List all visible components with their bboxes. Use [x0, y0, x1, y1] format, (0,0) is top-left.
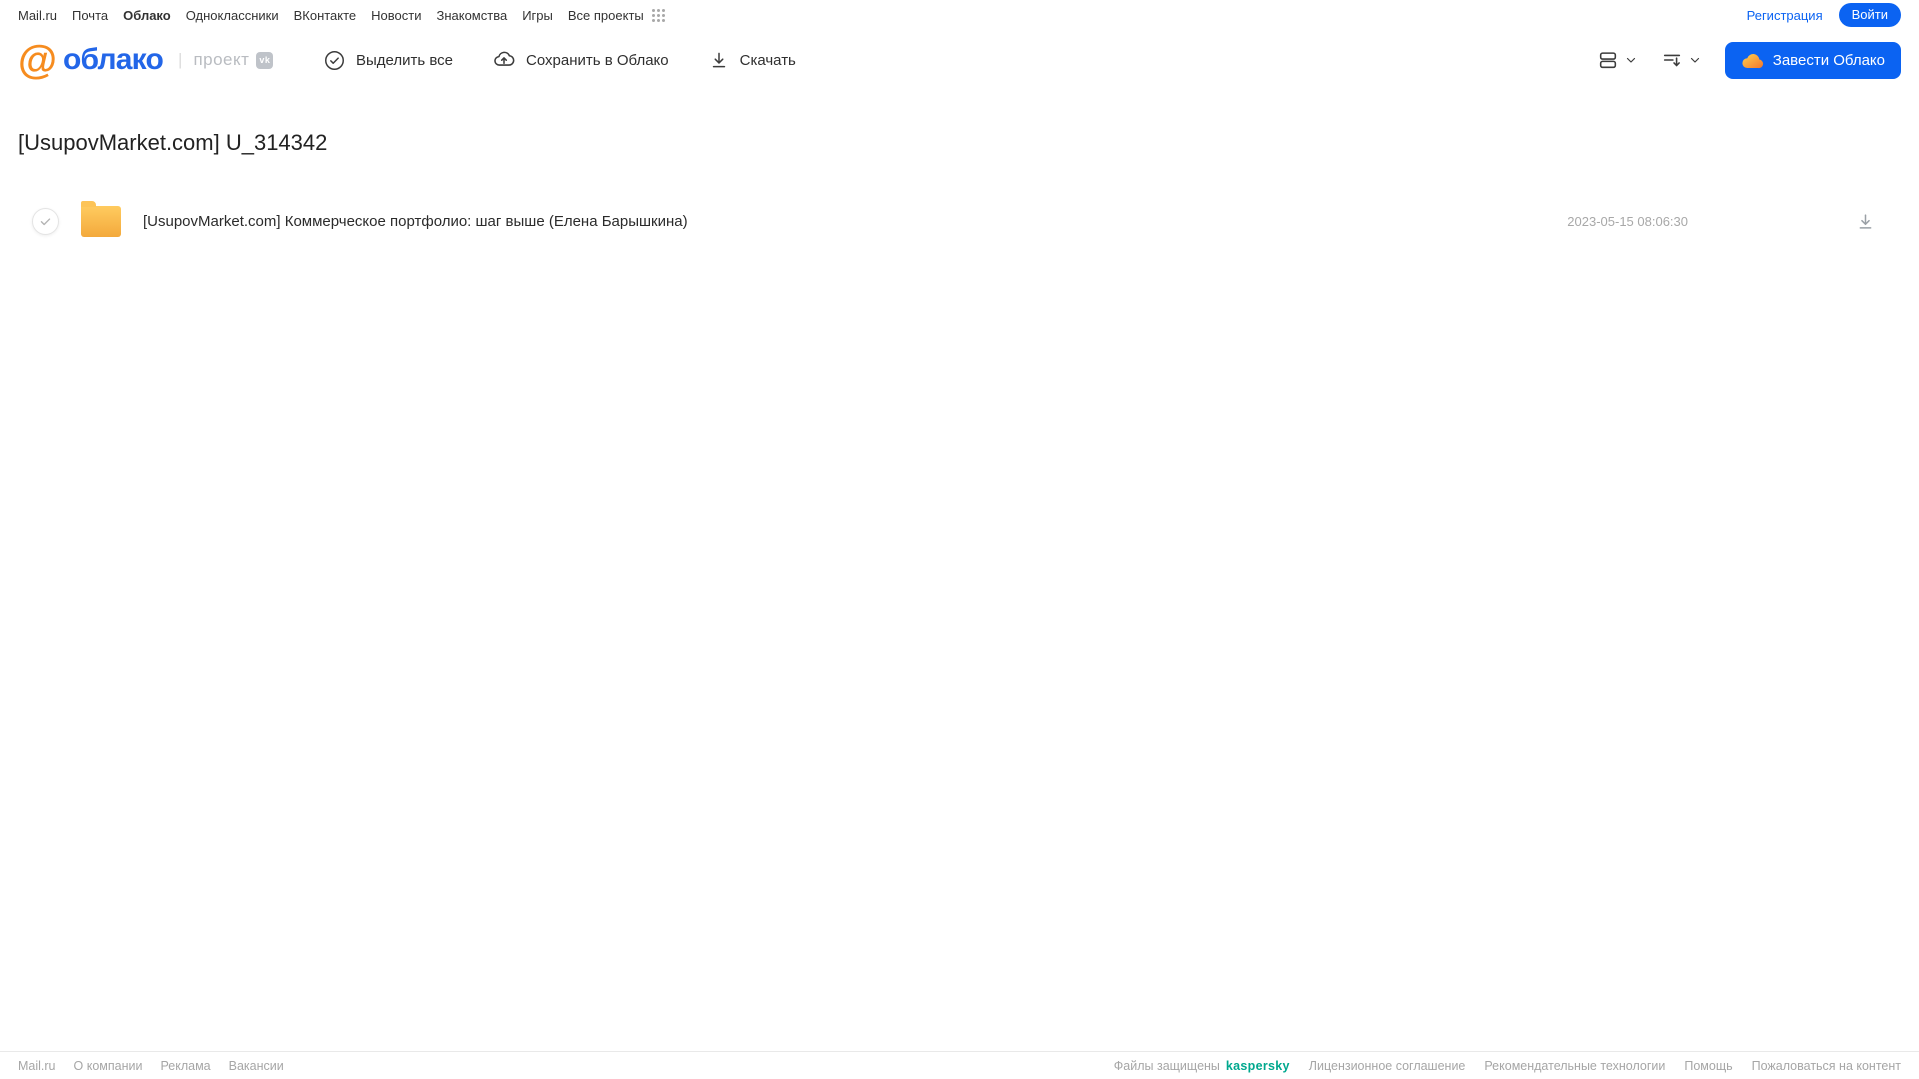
download-label: Скачать [739, 51, 796, 69]
footer-link-mailru[interactable]: Mail.ru [18, 1059, 56, 1073]
portal-link-news[interactable]: Новости [371, 8, 421, 23]
cloud-upload-icon [493, 49, 515, 71]
portal-link-vkontakte[interactable]: ВКонтакте [294, 8, 357, 23]
page-title: [UsupovMarket.com] U_314342 [18, 130, 328, 155]
sort-icon [1661, 49, 1683, 71]
check-circle-icon [324, 50, 345, 71]
portal-link-odnoklassniki[interactable]: Одноклассники [186, 8, 279, 23]
save-to-cloud-button[interactable]: Сохранить в Облако [493, 49, 669, 71]
footer-right-links: Файлы защищены kaspersky Лицензионное со… [1114, 1059, 1901, 1073]
chevron-down-icon [1689, 54, 1701, 66]
download-icon [709, 50, 729, 70]
footer-left-links: Mail.ru О компании Реклама Вакансии [18, 1059, 284, 1073]
mailru-at-icon: @ [18, 38, 58, 82]
portal-link-cloud[interactable]: Облако [123, 8, 171, 23]
footer-link-report[interactable]: Пожаловаться на контент [1752, 1059, 1901, 1073]
row-download-icon[interactable] [1856, 212, 1875, 231]
auth-area: Регистрация Войти [1747, 3, 1901, 27]
portal-link-all-projects[interactable]: Все проекты [568, 8, 666, 23]
footer-link-about[interactable]: О компании [74, 1059, 143, 1073]
vk-badge-icon: vk [256, 51, 274, 69]
footer-link-ads[interactable]: Реклама [160, 1059, 210, 1073]
main-content: [UsupovMarket.com] U_314342 [UsupovMarke… [0, 130, 1919, 246]
footer-link-license[interactable]: Лицензионное соглашение [1309, 1059, 1466, 1073]
header-right-controls: Завести Облако [1597, 41, 1901, 79]
file-name[interactable]: [UsupovMarket.com] Коммерческое портфоли… [143, 213, 688, 230]
select-all-button[interactable]: Выделить все [324, 50, 453, 71]
footer-link-recommendations[interactable]: Рекомендательные технологии [1484, 1059, 1665, 1073]
check-icon [40, 217, 51, 225]
logo-divider: | [178, 50, 183, 69]
kaspersky-protected: Файлы защищены kaspersky [1114, 1059, 1290, 1073]
cloud-mailru-page: Mail.ru Почта Облако Одноклассники ВКонт… [0, 0, 1919, 1079]
logo-wordmark: облако [63, 43, 164, 76]
sort-control[interactable] [1661, 49, 1701, 71]
portal-link-games[interactable]: Игры [522, 8, 553, 23]
kaspersky-logo[interactable]: kaspersky [1226, 1059, 1290, 1073]
row-checkbox[interactable] [32, 207, 59, 235]
grid-dots-icon [651, 8, 666, 23]
create-cloud-button[interactable]: Завести Облако [1724, 41, 1901, 79]
download-button[interactable]: Скачать [709, 50, 796, 70]
select-all-label: Выделить все [356, 51, 454, 69]
protected-label: Файлы защищены [1113, 1058, 1220, 1073]
header-bar: @ облако | проект vk Выделить все Сохран… [0, 34, 1919, 86]
portal-nav: Mail.ru Почта Облако Одноклассники ВКонт… [0, 0, 1919, 30]
cloud-logo[interactable]: @ облако | проект vk [18, 38, 324, 82]
list-view-icon [1597, 49, 1619, 71]
file-row[interactable]: [UsupovMarket.com] Коммерческое портфоли… [18, 196, 1901, 246]
portal-link-mail[interactable]: Почта [72, 8, 108, 23]
footer: Mail.ru О компании Реклама Вакансии Файл… [0, 1051, 1919, 1079]
all-projects-label: Все проекты [567, 7, 644, 23]
vk-project-label: проект vk [193, 50, 274, 70]
save-to-cloud-label: Сохранить в Облако [526, 51, 669, 69]
portal-link-mailru[interactable]: Mail.ru [18, 8, 57, 23]
cloud-icon [1741, 52, 1764, 69]
footer-link-help[interactable]: Помощь [1684, 1059, 1732, 1073]
file-toolbar: Выделить все Сохранить в Облако Скачать [324, 49, 796, 71]
footer-link-jobs[interactable]: Вакансии [229, 1059, 284, 1073]
login-button[interactable]: Войти [1838, 3, 1901, 27]
chevron-down-icon [1625, 54, 1637, 66]
portal-link-dating[interactable]: Знакомства [436, 8, 507, 23]
register-link[interactable]: Регистрация [1747, 8, 1823, 23]
file-date: 2023-05-15 08:06:30 [1567, 213, 1688, 229]
file-list: [UsupovMarket.com] Коммерческое портфоли… [18, 196, 1901, 246]
create-cloud-label: Завести Облако [1772, 51, 1885, 69]
folder-icon [81, 200, 121, 237]
project-text: проект [193, 50, 250, 69]
view-mode-control[interactable] [1597, 49, 1637, 71]
